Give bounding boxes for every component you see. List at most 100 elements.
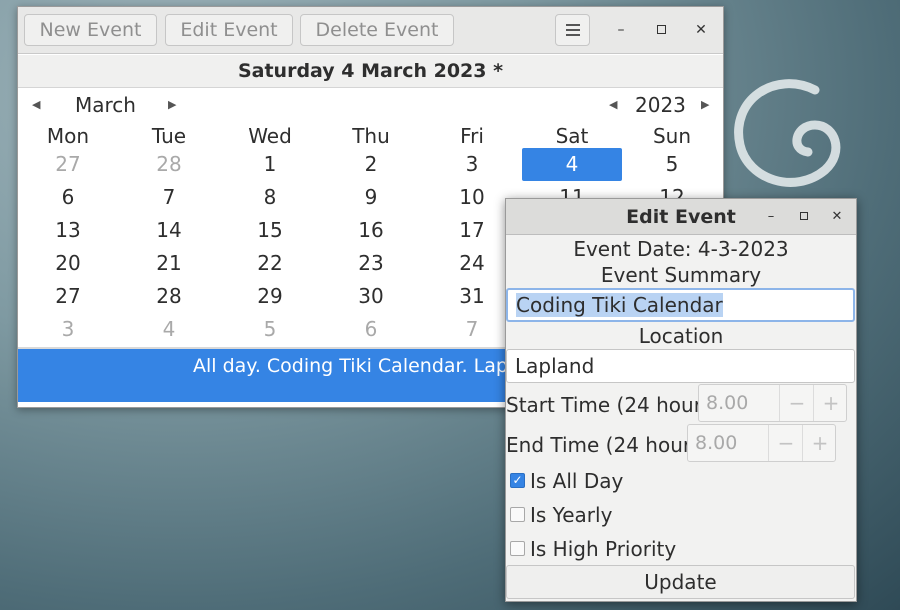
edit-event-button[interactable]: Edit Event bbox=[165, 14, 293, 46]
all-day-label: Is All Day bbox=[530, 469, 624, 493]
next-month-arrow-icon[interactable]: ▶ bbox=[168, 89, 176, 121]
desktop-swirl-logo bbox=[734, 79, 841, 187]
calendar-day-cell[interactable]: 5 bbox=[220, 313, 320, 346]
prev-year-arrow-icon[interactable]: ◀ bbox=[609, 89, 617, 121]
calendar-day-cell[interactable]: 29 bbox=[220, 280, 320, 313]
day-number: 9 bbox=[364, 185, 378, 209]
header-bar: New Event Edit Event Delete Event – ✕ bbox=[18, 7, 723, 54]
calendar-day-cell[interactable]: 30 bbox=[321, 280, 421, 313]
day-number: 28 bbox=[156, 284, 182, 308]
calendar-day-cell[interactable]: 14 bbox=[119, 214, 219, 247]
start-time-spinner: 8.00 − + bbox=[698, 384, 847, 422]
calendar-day-cell[interactable]: 9 bbox=[321, 181, 421, 214]
calendar-day-cell[interactable]: 8 bbox=[220, 181, 320, 214]
day-number: 5 bbox=[263, 317, 277, 341]
calendar-day-cell[interactable]: 4 bbox=[119, 313, 219, 346]
calendar-day-cell[interactable]: 6 bbox=[321, 313, 421, 346]
dialog-minimize-button[interactable]: – bbox=[761, 206, 781, 228]
edit-event-dialog: Edit Event – ✕ Event Date: 4-3-2023 Even… bbox=[505, 198, 857, 602]
day-number: 15 bbox=[257, 218, 283, 242]
location-label: Location bbox=[638, 324, 724, 348]
end-time-spinner: 8.00 − + bbox=[687, 424, 836, 462]
new-event-button[interactable]: New Event bbox=[24, 14, 157, 46]
calendar-day-cell[interactable]: 16 bbox=[321, 214, 421, 247]
next-year-arrow-icon[interactable]: ▶ bbox=[701, 89, 709, 121]
calendar-day-cell[interactable]: 15 bbox=[220, 214, 320, 247]
high-priority-checkbox[interactable] bbox=[510, 541, 525, 556]
end-time-decrement-button[interactable]: − bbox=[768, 425, 803, 461]
event-summary-input[interactable]: Coding Tiki Calendar bbox=[506, 288, 855, 322]
dialog-maximize-button[interactable] bbox=[794, 206, 814, 228]
calendar-day-cell[interactable]: 6 bbox=[18, 181, 118, 214]
calendar-day-cell[interactable]: 21 bbox=[119, 247, 219, 280]
prev-month-arrow-icon[interactable]: ◀ bbox=[32, 89, 40, 121]
calendar-day-cell[interactable]: 20 bbox=[18, 247, 118, 280]
calendar-day-cell[interactable]: 7 bbox=[119, 181, 219, 214]
summary-selected-text: Coding Tiki Calendar bbox=[516, 293, 723, 317]
day-number: 7 bbox=[465, 317, 479, 341]
all-day-checkbox[interactable]: ✓ bbox=[510, 473, 525, 488]
start-time-increment-button[interactable]: + bbox=[813, 385, 848, 421]
calendar-day-cell[interactable]: 3 bbox=[422, 148, 522, 181]
hamburger-menu-icon bbox=[565, 24, 580, 36]
update-button[interactable]: Update bbox=[506, 565, 855, 599]
calendar-day-cell[interactable]: 27 bbox=[18, 148, 118, 181]
day-number: 30 bbox=[358, 284, 384, 308]
day-number: 28 bbox=[156, 152, 182, 176]
day-number: 20 bbox=[55, 251, 81, 275]
calendar-day-cell[interactable]: 2 bbox=[321, 148, 421, 181]
day-number: 7 bbox=[162, 185, 176, 209]
day-header-fri: Fri bbox=[460, 124, 484, 148]
start-time-value[interactable]: 8.00 bbox=[706, 385, 748, 421]
day-number: 13 bbox=[55, 218, 81, 242]
day-number: 5 bbox=[665, 152, 679, 176]
day-header-sun: Sun bbox=[652, 124, 692, 148]
day-number: 2 bbox=[364, 152, 378, 176]
day-number: 27 bbox=[55, 152, 81, 176]
delete-event-button[interactable]: Delete Event bbox=[300, 14, 454, 46]
checkmark-icon: ✓ bbox=[512, 473, 523, 487]
location-input[interactable]: Lapland bbox=[506, 349, 855, 383]
calendar-day-cell[interactable]: 5 bbox=[622, 148, 722, 181]
start-time-label: Start Time (24 hour) bbox=[506, 393, 710, 417]
maximize-button[interactable] bbox=[650, 19, 672, 41]
calendar-day-cell[interactable]: 23 bbox=[321, 247, 421, 280]
minimize-button[interactable]: – bbox=[610, 19, 632, 41]
calendar-day-cell[interactable]: 28 bbox=[119, 148, 219, 181]
day-number: 6 bbox=[61, 185, 75, 209]
calendar-day-cell[interactable]: 13 bbox=[18, 214, 118, 247]
day-number: 3 bbox=[465, 152, 479, 176]
day-number: 16 bbox=[358, 218, 384, 242]
calendar-day-cell[interactable]: 28 bbox=[119, 280, 219, 313]
day-number: 4 bbox=[162, 317, 176, 341]
calendar-day-cell[interactable]: 22 bbox=[220, 247, 320, 280]
maximize-icon bbox=[656, 25, 666, 34]
high-priority-label: Is High Priority bbox=[530, 537, 677, 561]
end-time-increment-button[interactable]: + bbox=[802, 425, 837, 461]
close-button[interactable]: ✕ bbox=[690, 19, 712, 41]
calendar-day-cell[interactable]: 27 bbox=[18, 280, 118, 313]
calendar-day-cell[interactable]: 1 bbox=[220, 148, 320, 181]
day-header-tue: Tue bbox=[151, 124, 187, 148]
day-header-sat: Sat bbox=[555, 124, 589, 148]
close-icon: ✕ bbox=[695, 22, 707, 38]
dialog-close-button[interactable]: ✕ bbox=[827, 206, 847, 228]
start-time-decrement-button[interactable]: − bbox=[779, 385, 814, 421]
year-label: 2023 bbox=[635, 93, 686, 117]
end-time-value[interactable]: 8.00 bbox=[695, 425, 737, 461]
day-header-thu: Thu bbox=[352, 124, 390, 148]
calendar-day-cell-selected[interactable]: 4 bbox=[522, 148, 622, 181]
yearly-checkbox[interactable] bbox=[510, 507, 525, 522]
close-icon: ✕ bbox=[831, 209, 843, 224]
day-number: 31 bbox=[459, 284, 485, 308]
day-number: 29 bbox=[257, 284, 283, 308]
month-label: March bbox=[75, 93, 136, 117]
menu-button[interactable] bbox=[555, 14, 590, 46]
calendar-day-cell[interactable]: 3 bbox=[18, 313, 118, 346]
day-number: 6 bbox=[364, 317, 378, 341]
dialog-title-bar: Edit Event – ✕ bbox=[506, 199, 856, 235]
event-list-text: All day. Coding Tiki Calendar. Lapl bbox=[193, 355, 514, 377]
maximize-icon bbox=[800, 212, 808, 220]
yearly-label: Is Yearly bbox=[530, 503, 613, 527]
event-date-label: Event Date: 4-3-2023 bbox=[573, 237, 789, 261]
